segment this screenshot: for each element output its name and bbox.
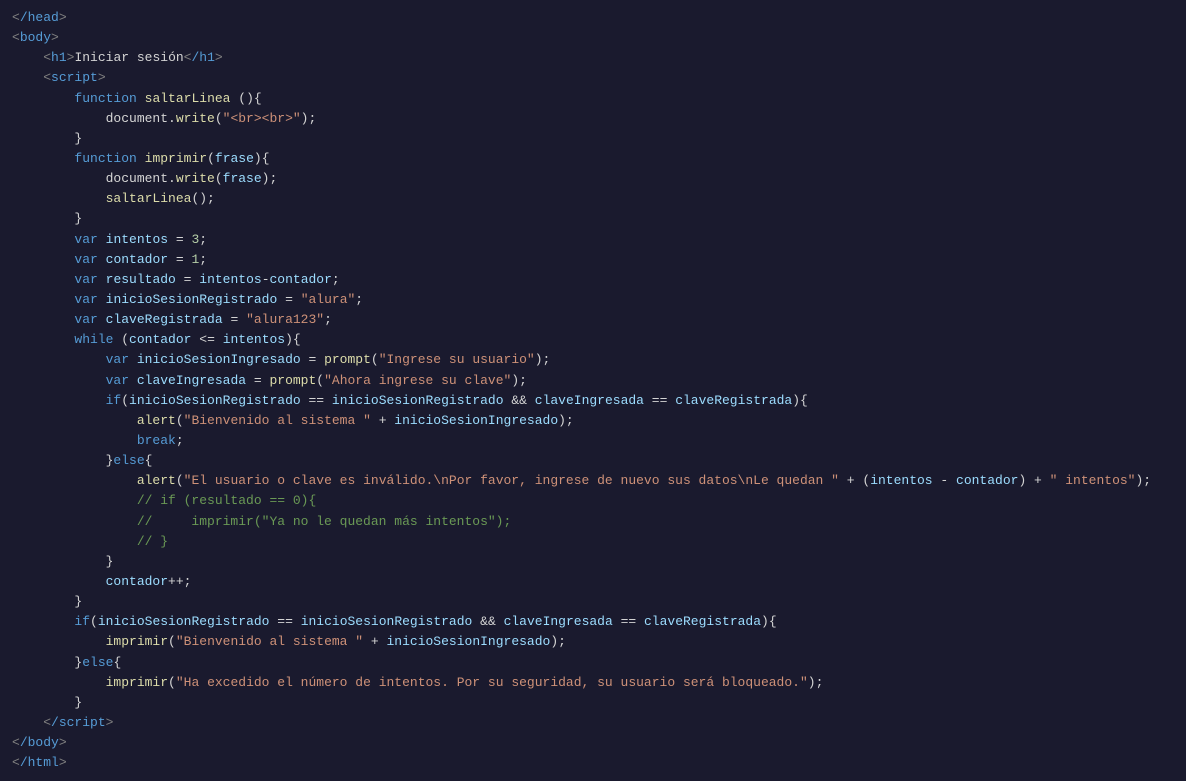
code-line-15: var inicioSesionRegistrado = "alura"; xyxy=(0,290,1186,310)
code-line-16: var claveRegistrada = "alura123"; xyxy=(0,310,1186,330)
code-line-38: </html> xyxy=(0,753,1186,773)
code-line-23: }else{ xyxy=(0,451,1186,471)
code-line-19: var claveIngresada = prompt("Ahora ingre… xyxy=(0,371,1186,391)
code-line-12: var intentos = 3; xyxy=(0,230,1186,250)
code-line-10: saltarLinea(); xyxy=(0,189,1186,209)
code-line-5: function saltarLinea (){ xyxy=(0,89,1186,109)
code-line-6: document.write("<br><br>"); xyxy=(0,109,1186,129)
code-line-34: imprimir("Ha excedido el número de inten… xyxy=(0,673,1186,693)
code-line-25: // if (resultado == 0){ xyxy=(0,491,1186,511)
code-editor: </head> <body> <h1>Iniciar sesión</h1> <… xyxy=(0,0,1186,781)
code-line-9: document.write(frase); xyxy=(0,169,1186,189)
code-line-26: // imprimir("Ya no le quedan más intento… xyxy=(0,512,1186,532)
code-line-22: break; xyxy=(0,431,1186,451)
code-line-31: if(inicioSesionRegistrado == inicioSesio… xyxy=(0,612,1186,632)
code-line-37: </body> xyxy=(0,733,1186,753)
code-line-35: } xyxy=(0,693,1186,713)
code-line-24: alert("El usuario o clave es inválido.\n… xyxy=(0,471,1186,491)
code-line-7: } xyxy=(0,129,1186,149)
code-line-13: var contador = 1; xyxy=(0,250,1186,270)
code-line-27: // } xyxy=(0,532,1186,552)
code-line-11: } xyxy=(0,209,1186,229)
code-line-21: alert("Bienvenido al sistema " + inicioS… xyxy=(0,411,1186,431)
code-line-4: <script> xyxy=(0,68,1186,88)
code-line-17: while (contador <= intentos){ xyxy=(0,330,1186,350)
code-line-18: var inicioSesionIngresado = prompt("Ingr… xyxy=(0,350,1186,370)
code-line-29: contador++; xyxy=(0,572,1186,592)
code-line-1: </head> xyxy=(0,8,1186,28)
code-line-32: imprimir("Bienvenido al sistema " + inic… xyxy=(0,632,1186,652)
code-line-36: </script> xyxy=(0,713,1186,733)
code-line-28: } xyxy=(0,552,1186,572)
code-line-3: <h1>Iniciar sesión</h1> xyxy=(0,48,1186,68)
code-line-14: var resultado = intentos-contador; xyxy=(0,270,1186,290)
code-line-8: function imprimir(frase){ xyxy=(0,149,1186,169)
code-line-2: <body> xyxy=(0,28,1186,48)
code-line-20: if(inicioSesionRegistrado == inicioSesio… xyxy=(0,391,1186,411)
code-line-30: } xyxy=(0,592,1186,612)
code-line-33: }else{ xyxy=(0,653,1186,673)
